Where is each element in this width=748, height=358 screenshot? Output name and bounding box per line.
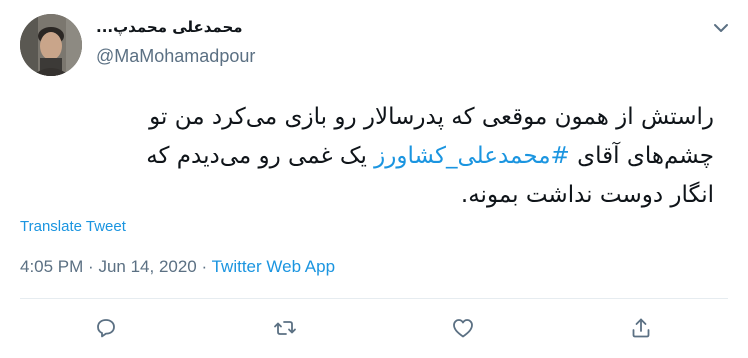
- tweet-text-fragment: چشم‌های آقای: [569, 143, 714, 169]
- translate-tweet-link[interactable]: Translate Tweet: [20, 218, 126, 235]
- tweet-metadata: 4:05 PM · Jun 14, 2020 · Twitter Web App: [20, 257, 335, 277]
- meta-separator: ·: [88, 257, 94, 276]
- tweet-time[interactable]: 4:05 PM: [20, 257, 83, 276]
- action-bar: [0, 313, 748, 343]
- chevron-down-icon[interactable]: [709, 16, 733, 40]
- tweet-text-line: چشم‌های آقای #محمدعلی_کشاورز یک غمی رو م…: [14, 137, 714, 176]
- retweet-button[interactable]: [270, 313, 300, 343]
- display-name[interactable]: محمدعلی محمدپ...: [96, 18, 243, 36]
- divider: [20, 298, 728, 299]
- reply-button[interactable]: [91, 313, 121, 343]
- tweet-text-fragment: یک غمی رو می‌دیدم که: [146, 143, 375, 169]
- retweet-icon: [274, 321, 296, 335]
- share-icon: [632, 318, 650, 338]
- reply-icon: [97, 319, 115, 338]
- avatar-image: [20, 14, 82, 76]
- hashtag-link[interactable]: #محمدعلی_کشاورز: [374, 143, 570, 169]
- like-button[interactable]: [448, 313, 478, 343]
- tweet-text-line: راستش از همون موقعی که پدرسالار رو بازی …: [149, 104, 714, 130]
- tweet-text: راستش از همون موقعی که پدرسالار رو بازی …: [14, 98, 714, 215]
- share-button[interactable]: [626, 313, 656, 343]
- tweet-text-line: انگار دوست نداشت بمونه.: [460, 182, 714, 208]
- tweet-date[interactable]: Jun 14, 2020: [98, 257, 196, 276]
- tweet-source-link[interactable]: Twitter Web App: [212, 257, 335, 276]
- user-handle[interactable]: @MaMohamadpour: [96, 46, 255, 67]
- like-icon: [453, 319, 473, 338]
- meta-separator: ·: [201, 257, 208, 276]
- avatar[interactable]: [20, 14, 82, 76]
